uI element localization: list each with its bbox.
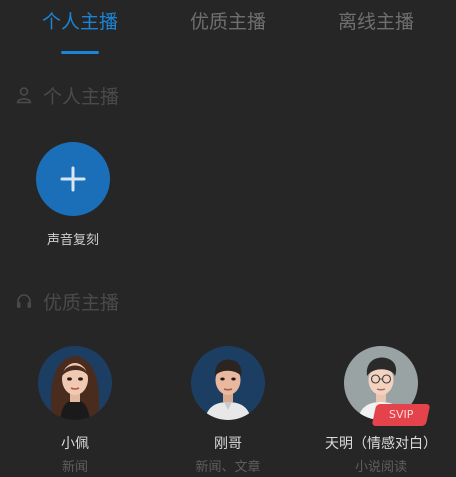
svip-badge: SVIP: [371, 404, 431, 426]
anchor-tags: 新闻: [61, 460, 88, 475]
active-tab-indicator: [61, 51, 99, 54]
add-voice-clone-label: 声音复刻: [46, 233, 99, 248]
tab-bar: 个人主播 优质主播 离线主播: [0, 0, 456, 56]
headphones-icon: [17, 294, 31, 308]
section-title-personal: 个人主播: [43, 85, 120, 108]
tab-offline-anchor[interactable]: 离线主播: [331, 8, 421, 42]
section-header-quality: 优质主播: [15, 288, 119, 314]
anchor-name: 天明（情感对白）: [325, 436, 437, 452]
avatar: [191, 346, 265, 420]
tab-personal-anchor[interactable]: 个人主播: [35, 8, 125, 42]
anchor-tags: 新闻、文章: [195, 460, 261, 475]
tab-quality-anchor[interactable]: 优质主播: [183, 8, 273, 42]
anchor-name: 刚哥: [214, 436, 242, 452]
section-header-personal: 个人主播: [15, 82, 119, 108]
svip-badge-label: SVIP: [388, 408, 414, 421]
anchor-name: 小佩: [61, 436, 89, 452]
avatar: [38, 346, 112, 420]
plus-icon: [60, 166, 86, 192]
user-icon: [16, 87, 32, 104]
section-title-quality: 优质主播: [43, 291, 120, 314]
add-voice-clone-button[interactable]: [36, 142, 110, 216]
anchor-tags: 小说阅读: [354, 460, 407, 475]
